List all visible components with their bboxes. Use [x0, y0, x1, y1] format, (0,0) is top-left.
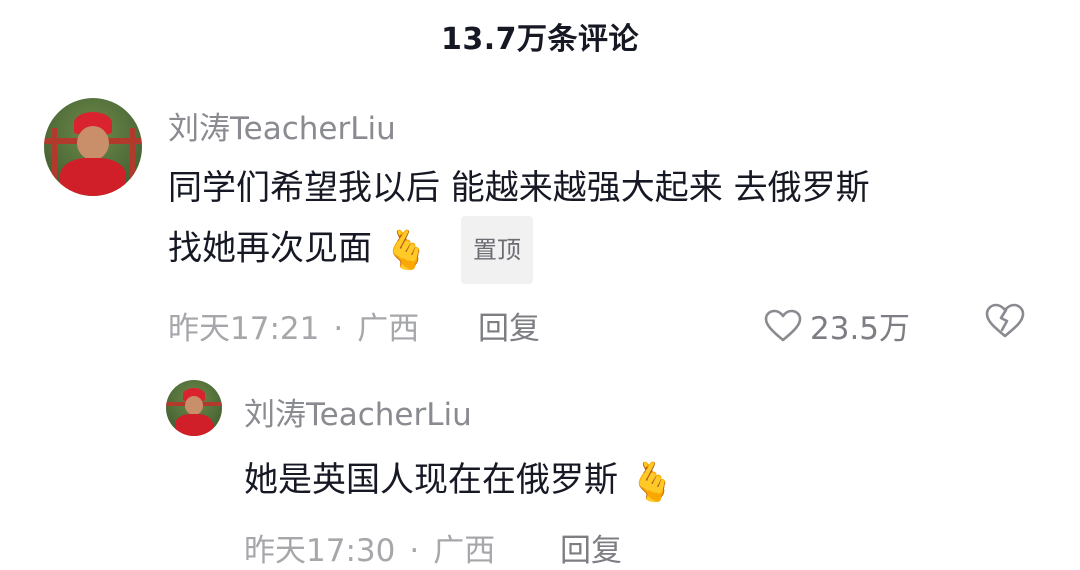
meta-separator: · [333, 311, 344, 347]
like-button[interactable]: 23.5万 [764, 303, 910, 348]
comment-timestamp: 昨天17:21 [168, 311, 320, 347]
heart-outline-icon [764, 309, 802, 341]
finger-heart-emoji-icon: 🫰 [382, 228, 431, 272]
avatar[interactable] [44, 98, 142, 196]
reply-username[interactable]: 刘涛TeacherLiu [244, 389, 472, 434]
comments-count-title: 13.7万条评论 [440, 22, 640, 57]
comment-meta: 昨天17:21 · 广西 [168, 303, 419, 348]
pinned-badge: 置顶 [460, 216, 533, 284]
dislike-button[interactable] [985, 303, 1025, 343]
reply-timestamp: 昨天17:30 [244, 533, 396, 569]
comment-username[interactable]: 刘涛TeacherLiu [168, 103, 396, 148]
comment-text-line2: 找她再次见面 [168, 228, 372, 269]
reply-reply-button[interactable]: 回复 [560, 525, 622, 570]
comment-location: 广西 [357, 311, 420, 347]
comment-reply-button[interactable]: 回复 [478, 303, 540, 348]
comment-text-line1: 同学们希望我以后 能越来越强大起来 去俄罗斯 [168, 168, 870, 208]
reply-meta: 昨天17:30 · 广西 [244, 525, 495, 570]
meta-separator: · [409, 533, 420, 569]
finger-heart-emoji-icon: 🫰 [628, 459, 677, 504]
reply-location: 广西 [433, 533, 496, 569]
reply-text-content: 她是英国人现在在俄罗斯 [244, 460, 618, 500]
broken-heart-icon [985, 303, 1025, 338]
reply-avatar[interactable] [166, 380, 222, 436]
like-count: 23.5万 [810, 311, 911, 347]
reply-text: 她是英国人现在在俄罗斯 🫰 [244, 452, 676, 510]
comment-text: 同学们希望我以后 能越来越强大起来 去俄罗斯 找她再次见面 🫰 置顶 [168, 160, 1048, 284]
